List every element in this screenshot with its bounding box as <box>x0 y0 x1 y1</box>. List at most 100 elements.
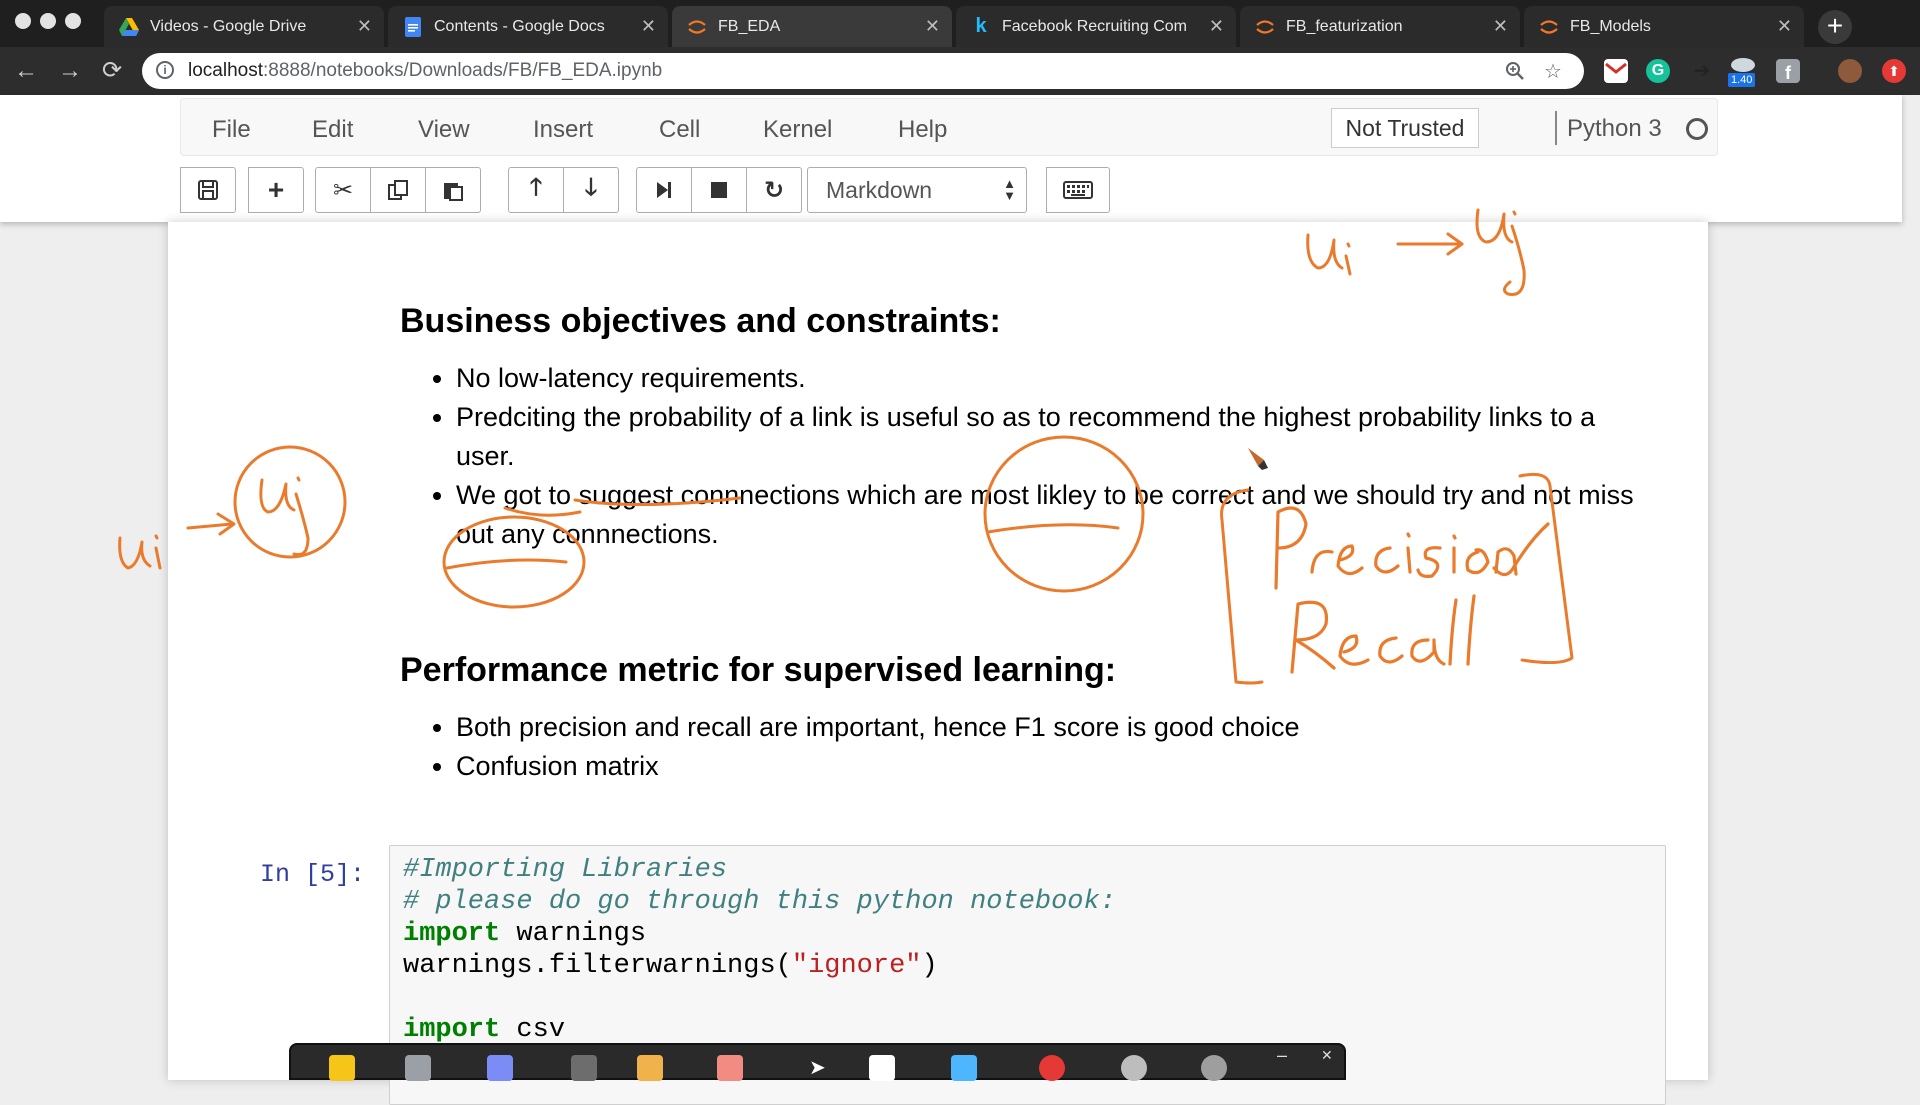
tab-fb-eda[interactable]: FB_EDA ✕ <box>672 6 952 47</box>
menu-help[interactable]: Help <box>898 116 947 144</box>
command-palette-button[interactable] <box>1046 167 1110 213</box>
pencil-tool-icon[interactable] <box>637 1055 663 1081</box>
close-icon[interactable]: ✕ <box>1209 16 1224 37</box>
menu-bar: File Edit View Insert Cell Kernel Help N… <box>180 98 1718 156</box>
facebook-extension-icon[interactable]: f <box>1776 59 1800 83</box>
bullet-list: Both precision and recall are important,… <box>400 708 1299 786</box>
grammarly-icon[interactable]: G <box>1646 59 1670 83</box>
gmail-icon[interactable] <box>1604 59 1628 83</box>
close-icon[interactable]: ✕ <box>1321 1047 1333 1064</box>
tab-title: FB_Models <box>1570 17 1651 35</box>
browser-toolbar: ← → ⟳ i localhost:8888/notebooks/Downloa… <box>0 47 1920 95</box>
keyboard-group <box>1046 167 1110 213</box>
tab-videos-google-drive[interactable]: Videos - Google Drive ✕ <box>104 6 384 47</box>
code-comment: # please do go through this python noteb… <box>403 887 1116 917</box>
avatar[interactable] <box>1838 59 1862 83</box>
line-tool-icon[interactable] <box>951 1055 977 1081</box>
info-icon[interactable]: i <box>156 61 174 79</box>
copy-button[interactable] <box>370 167 426 213</box>
eraser-tool-icon[interactable] <box>571 1055 597 1081</box>
tab-contents-google-docs[interactable]: Contents - Google Docs ✕ <box>388 6 668 47</box>
jupyter-icon <box>1254 16 1276 38</box>
zoom-icon[interactable] <box>1504 61 1526 83</box>
pointer-tool-icon[interactable]: ➤ <box>809 1055 826 1081</box>
interrupt-button[interactable] <box>691 167 747 213</box>
bullet-list: No low-latency requirements. Predciting … <box>400 359 1636 554</box>
close-icon[interactable]: ✕ <box>1493 16 1508 37</box>
kaggle-icon: k <box>975 15 987 37</box>
scissors-icon: ✂ <box>332 176 354 204</box>
close-icon[interactable]: ✕ <box>357 16 372 37</box>
window-minimize-button[interactable] <box>40 13 56 29</box>
weather-extension-icon[interactable]: 1.40 <box>1728 53 1764 89</box>
not-trusted-button[interactable]: Not Trusted <box>1331 108 1479 148</box>
tab-fb-featurization[interactable]: FB_featurization ✕ <box>1240 6 1520 47</box>
insert-cell-button[interactable]: + <box>248 167 304 213</box>
menu-cell[interactable]: Cell <box>659 116 700 144</box>
cell-type-select[interactable]: Markdown ▲ ▼ <box>807 167 1027 213</box>
refresh-icon: ↻ <box>763 176 785 204</box>
reload-icon[interactable]: ⟳ <box>96 55 128 87</box>
menu-file[interactable]: File <box>212 116 251 144</box>
run-group: ↻ <box>636 167 802 213</box>
close-icon[interactable]: ✕ <box>641 16 656 37</box>
back-arrow-icon[interactable]: ← <box>10 55 42 87</box>
minimize-icon[interactable]: – <box>1277 1045 1287 1066</box>
address-bar[interactable]: i localhost:8888/notebooks/Downloads/FB/… <box>142 53 1584 89</box>
save-button[interactable] <box>180 167 236 213</box>
menu-view[interactable]: View <box>418 116 470 144</box>
copy-icon <box>388 180 408 200</box>
new-tab-button[interactable]: + <box>1818 10 1852 44</box>
arrow-extension-icon[interactable]: ➔ <box>1690 59 1714 83</box>
record-tool-icon[interactable] <box>1039 1055 1065 1081</box>
kernel-name: Python 3 <box>1567 115 1662 142</box>
browser-tab-bar: Videos - Google Drive ✕ Contents - Googl… <box>0 0 1920 47</box>
jupyter-icon <box>686 16 708 38</box>
arrow-down-icon: 🡓 <box>584 173 598 201</box>
gear-icon[interactable] <box>1201 1055 1227 1081</box>
window-close-button[interactable] <box>15 13 31 29</box>
menu-edit[interactable]: Edit <box>312 116 353 144</box>
list-item: No low-latency requirements. <box>456 359 1636 398</box>
code-text: ) <box>921 951 938 981</box>
cut-button[interactable]: ✂ <box>315 167 371 213</box>
highlighter-tool-icon[interactable] <box>329 1055 355 1081</box>
bookmark-star-icon[interactable]: ☆ <box>1542 61 1564 83</box>
move-down-button[interactable]: 🡓 <box>563 167 619 213</box>
window-zoom-button[interactable] <box>65 13 81 29</box>
code-string: "ignore" <box>791 951 922 981</box>
svg-text:f: f <box>1785 63 1792 83</box>
tab-title: Contents - Google Docs <box>434 17 605 35</box>
menu-kernel[interactable]: Kernel <box>763 116 832 144</box>
list-item: Both precision and recall are important,… <box>456 708 1299 747</box>
notebook-container: Business objectives and constraints: No … <box>168 222 1708 1105</box>
update-icon[interactable]: ⬆ <box>1882 59 1906 83</box>
list-item: Predciting the probability of a link is … <box>456 398 1636 476</box>
shape-eraser-tool-icon[interactable] <box>717 1055 743 1081</box>
google-docs-icon <box>402 16 424 38</box>
drawing-tool-palette: ➤ – ✕ <box>289 1043 1346 1081</box>
spotlight-tool-icon[interactable] <box>1121 1055 1147 1081</box>
color-swatch-icon[interactable] <box>869 1055 895 1081</box>
tab-fb-models[interactable]: FB_Models ✕ <box>1524 6 1804 47</box>
menu-insert[interactable]: Insert <box>533 116 593 144</box>
google-drive-icon <box>118 16 140 38</box>
code-text: csv <box>500 1015 566 1045</box>
forward-arrow-icon[interactable]: → <box>54 55 86 87</box>
close-icon[interactable]: ✕ <box>1777 16 1792 37</box>
close-icon[interactable]: ✕ <box>925 16 940 37</box>
run-button[interactable] <box>636 167 692 213</box>
paste-icon <box>444 183 463 201</box>
screenshot-tool-icon[interactable] <box>405 1055 431 1081</box>
markdown-cell-metrics[interactable]: Performance metric for supervised learni… <box>400 651 1299 786</box>
tab-facebook-recruiting[interactable]: k Facebook Recruiting Com ✕ <box>956 6 1236 47</box>
code-text: warnings.filterwarnings( <box>403 951 792 981</box>
move-up-button[interactable]: 🡑 <box>508 167 564 213</box>
marker-tool-icon[interactable] <box>487 1055 513 1081</box>
restart-button[interactable]: ↻ <box>746 167 802 213</box>
section-heading: Business objectives and constraints: <box>400 302 1001 340</box>
tab-title: FB_featurization <box>1286 17 1403 35</box>
paste-button[interactable] <box>425 167 481 213</box>
markdown-cell-objectives[interactable]: Business objectives and constraints: No … <box>400 302 1636 554</box>
tab-title: Videos - Google Drive <box>150 17 307 35</box>
